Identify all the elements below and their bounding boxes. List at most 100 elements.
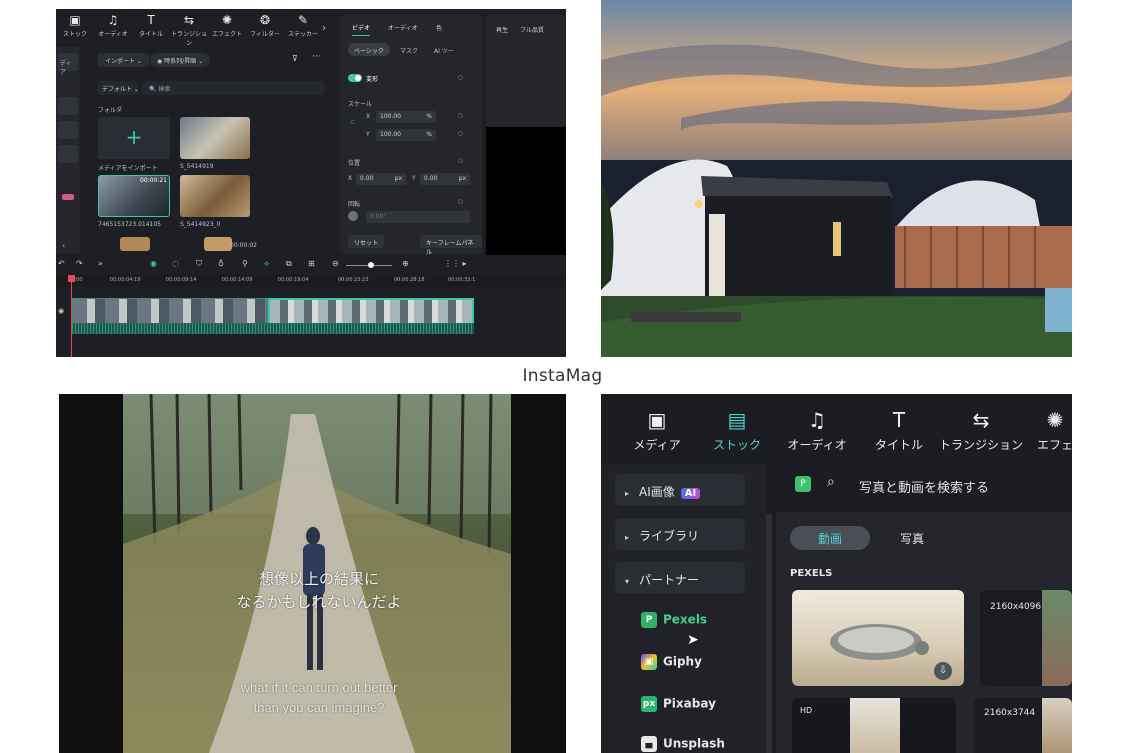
media-thumb[interactable] — [180, 175, 250, 217]
keyframe-dot[interactable] — [458, 75, 463, 80]
stock-video-card[interactable] — [974, 698, 1072, 753]
zoom-slider-thumb[interactable] — [368, 262, 374, 268]
toolbar-effect[interactable]: ✺ エフェクト — [208, 9, 246, 45]
reset-button[interactable]: リセット — [348, 235, 385, 248]
eye-icon[interactable]: ◉ — [58, 307, 64, 315]
tab-ai-tools[interactable]: AI ツー — [434, 46, 454, 55]
tab-photo[interactable]: 写真 — [882, 526, 942, 550]
toolbar-title[interactable]: T タイトル — [132, 9, 170, 45]
zoom-in-icon[interactable]: ⊕ — [402, 259, 409, 268]
grid-icon[interactable]: ⊞ — [308, 259, 315, 268]
stock-search-input[interactable]: 写真と動画を検索する — [859, 477, 989, 496]
link-icon[interactable]: ⊂ — [350, 119, 355, 126]
timeline-ruler[interactable]: 00:00 00:00:04:19 00:00:09:14 00:00:14:0… — [56, 275, 566, 287]
tab-transition[interactable]: ⇆ トランジション — [939, 406, 1023, 453]
download-icon[interactable]: ⇩ — [934, 662, 952, 680]
thumb-duration: 00:00:02 — [230, 242, 257, 249]
sidebar-item-library[interactable]: ▸ ライブラリ — [615, 518, 745, 550]
transform-toggle[interactable] — [348, 74, 362, 82]
pixabay-icon: px — [641, 696, 657, 712]
partner-pexels[interactable]: P Pexels — [641, 612, 707, 628]
crop-icon[interactable]: ⧉ — [286, 259, 292, 269]
tab-title[interactable]: T タイトル — [859, 406, 939, 453]
toolbar-sticker[interactable]: ✎ ステッカー — [284, 9, 322, 45]
grip-icon[interactable]: ⋮⋮ ▸ — [444, 259, 467, 268]
sidebar-item[interactable] — [58, 121, 78, 139]
magnet-icon[interactable]: ◉ — [150, 259, 157, 268]
tab-audio[interactable]: ♫ オーディオ — [777, 406, 857, 453]
position-x-input[interactable]: 0.00 px — [356, 173, 406, 185]
shield-icon[interactable]: ⛉ — [196, 259, 202, 269]
import-dropdown[interactable]: インポート ⌄ — [98, 53, 149, 67]
tab-mask[interactable]: マスク — [400, 46, 418, 55]
keyframe-dot[interactable] — [458, 113, 463, 118]
sidebar-item-partner[interactable]: ▾ パートナー — [615, 562, 745, 594]
marker-icon[interactable]: ⚲ — [242, 259, 248, 268]
scale-y-input[interactable]: 100.00% — [376, 129, 436, 141]
keyframe-dot[interactable] — [458, 158, 463, 163]
position-y-input[interactable]: 0.00 px — [420, 173, 470, 185]
tab-color[interactable]: 色 — [436, 23, 442, 32]
media-search-input[interactable]: 🔍 検索 — [142, 81, 324, 95]
snap-icon[interactable]: ◌ — [172, 259, 179, 268]
toolbar-stock[interactable]: ▣ ストック — [56, 9, 94, 45]
tab-video[interactable]: 動画 — [790, 526, 870, 550]
stock-video-card[interactable] — [792, 698, 956, 753]
more-icon[interactable]: ··· — [312, 52, 321, 62]
partner-pixabay[interactable]: px Pixabay — [641, 696, 716, 712]
effect-icon: ✺ — [221, 13, 233, 27]
chevron-right-icon[interactable]: › — [322, 23, 326, 34]
collage-label: InstaMag — [522, 366, 603, 386]
keyframe-panel-button[interactable]: キーフレームパネル — [420, 235, 482, 256]
toolbar-transition[interactable]: ⇆ トランジション — [170, 9, 208, 47]
zoom-out-icon[interactable]: ⊖ — [332, 259, 339, 268]
mic-icon[interactable]: ♁ — [218, 259, 224, 268]
playback-label[interactable]: 再生 — [496, 25, 508, 34]
filter-icon[interactable]: ⊽ — [292, 54, 298, 63]
redo-icon[interactable]: ↷ — [76, 259, 83, 268]
rotation-input[interactable]: 0.00° — [366, 211, 470, 223]
rotation-knob[interactable] — [348, 211, 358, 221]
zoom-slider[interactable] — [346, 262, 392, 268]
panel-scrollbar[interactable] — [766, 514, 772, 753]
pexels-logo-icon: P — [795, 476, 811, 492]
sticker-icon: ✎ — [297, 13, 309, 27]
properties-panel: ビデオ オーディオ 色 ベーシック マスク AI ツー 変形 スケール ⊂ X … — [340, 15, 482, 256]
import-media-button[interactable]: + — [98, 117, 170, 159]
media-thumb[interactable] — [204, 237, 232, 251]
sidebar-item[interactable] — [58, 145, 78, 163]
toolbar-audio[interactable]: ♫ オーディオ — [94, 9, 132, 45]
tab-media[interactable]: ▣ メディア — [617, 406, 697, 453]
glamping-scene — [601, 0, 1072, 357]
japanese-subtitle: 想像以上の結果に なるかもしれないんだよ — [109, 568, 529, 614]
toolbar-filter[interactable]: ❂ フィルター — [246, 9, 284, 45]
sidebar-item[interactable] — [58, 97, 78, 115]
tab-basic[interactable]: ベーシック — [348, 43, 390, 56]
playhead[interactable] — [68, 275, 75, 357]
collapse-icon[interactable]: ‹ — [62, 241, 65, 250]
y-label: Y — [412, 175, 416, 182]
partner-unsplash[interactable]: ▄ Unsplash — [641, 736, 725, 752]
sidebar-item-ai-image[interactable]: ▸ AI画像 AI — [615, 474, 745, 506]
keyframe-dot[interactable] — [458, 199, 463, 204]
keyframe-dot[interactable] — [458, 131, 463, 136]
tab-effect[interactable]: ✺ エフェ — [1025, 406, 1072, 453]
audio-waveform[interactable] — [72, 323, 474, 334]
sort-dropdown[interactable]: ◉ 時系列/昇順 ⌄ — [150, 53, 211, 67]
stock-search-bar[interactable]: P ⌕ 写真と動画を検索する — [781, 468, 1072, 504]
undo-icon[interactable]: ↶ — [58, 259, 65, 268]
tab-audio[interactable]: オーディオ — [388, 23, 418, 32]
chevron-down-icon: ▾ — [625, 577, 630, 586]
default-view-dropdown[interactable]: デフォルト ⌄ — [98, 81, 139, 95]
scale-x-input[interactable]: 100.00% — [376, 111, 436, 123]
partner-giphy[interactable]: ▣ Giphy — [641, 654, 702, 670]
sidebar-item-media[interactable]: ディア — [58, 53, 78, 76]
tab-video[interactable]: ビデオ — [352, 23, 371, 36]
ai-icon[interactable]: ⟡ — [264, 259, 269, 269]
expand-icon[interactable]: » — [98, 259, 103, 268]
media-thumb[interactable] — [120, 237, 150, 251]
media-thumb[interactable] — [180, 117, 250, 159]
editor-screenshot: ▣ ストック ♫ オーディオ T タイトル ⇆ トランジション ✺ エフェクト ❂ フィルタ… — [56, 9, 566, 357]
tab-stock[interactable]: ▤ ストック — [697, 406, 777, 453]
quality-label[interactable]: フル品質 — [520, 25, 544, 34]
